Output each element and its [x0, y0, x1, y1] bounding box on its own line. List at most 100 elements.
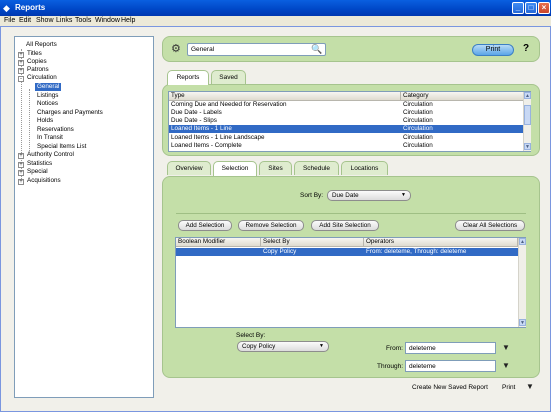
- expand-icon[interactable]: +: [18, 162, 24, 168]
- close-icon[interactable]: ×: [538, 2, 550, 14]
- search-toolbar: ⚙ 🔍 Print ?: [162, 36, 540, 62]
- column-header-select-by[interactable]: Select By: [261, 238, 364, 247]
- menu-window[interactable]: Window: [95, 16, 120, 26]
- scroll-down-icon[interactable]: ▼: [519, 319, 526, 326]
- remove-selection-button[interactable]: Remove Selection: [238, 220, 304, 231]
- minimize-icon[interactable]: _: [512, 2, 524, 14]
- tree-item-copies[interactable]: Copies: [27, 58, 47, 66]
- sort-by-dropdown[interactable]: Due Date ▼: [327, 190, 411, 201]
- maximize-icon[interactable]: □: [525, 2, 537, 14]
- tree-item-statistics[interactable]: Statistics: [27, 160, 52, 168]
- report-tree[interactable]: All Reports + Titles + Copies + Patrons …: [14, 36, 154, 398]
- expand-icon[interactable]: +: [18, 68, 24, 74]
- tree-item-authority-control[interactable]: Authority Control: [27, 151, 74, 159]
- report-type-list[interactable]: Type Category Coming Due and Needed for …: [168, 91, 531, 152]
- report-type: Loaned Items - 1 Line Landscape: [171, 134, 265, 141]
- through-field[interactable]: [405, 360, 496, 372]
- tab-reports[interactable]: Reports: [167, 70, 209, 85]
- list-item[interactable]: Coming Due and Needed for Reservation Ci…: [169, 101, 524, 109]
- report-type: Coming Due and Needed for Reservation: [171, 101, 287, 108]
- table-row-selected[interactable]: Copy Policy From: deleteme, Through: del…: [176, 248, 518, 256]
- report-category: Circulation: [403, 134, 433, 141]
- tab-schedule[interactable]: Schedule: [294, 161, 339, 175]
- tree-item-charges-and-payments[interactable]: Charges and Payments: [37, 109, 103, 117]
- tab-selection[interactable]: Selection: [213, 161, 257, 176]
- table-scrollbar[interactable]: ▲ ▼: [518, 238, 526, 327]
- menu-edit[interactable]: Edit: [19, 16, 31, 26]
- footer-print-button[interactable]: Print: [502, 383, 515, 392]
- expand-icon[interactable]: +: [18, 179, 24, 185]
- report-type: Loaned Items - 1 Line: [171, 125, 232, 132]
- through-label: Through:: [377, 363, 404, 370]
- tree-item-general[interactable]: General: [35, 83, 62, 91]
- menu-links[interactable]: Links: [56, 16, 72, 26]
- tree-item-reservations[interactable]: Reservations: [37, 126, 74, 134]
- scroll-up-icon[interactable]: ▲: [524, 92, 531, 99]
- add-selection-button[interactable]: Add Selection: [178, 220, 232, 231]
- select-by-dropdown[interactable]: Copy Policy ▼: [237, 341, 329, 352]
- clear-all-selections-button[interactable]: Clear All Selections: [455, 220, 525, 231]
- select-by-cell: Copy Policy: [263, 248, 297, 255]
- list-item-selected[interactable]: Loaned Items - 1 Line Circulation: [169, 125, 524, 133]
- tree-item-listings[interactable]: Listings: [37, 92, 58, 100]
- through-options-icon[interactable]: ▼: [502, 361, 510, 370]
- column-header-boolean-modifier[interactable]: Boolean Modifier: [176, 238, 261, 247]
- list-item[interactable]: Due Date - Labels Circulation: [169, 109, 524, 117]
- scroll-thumb[interactable]: [524, 105, 531, 125]
- sort-by-label: Sort By:: [300, 192, 324, 199]
- list-scrollbar[interactable]: ▲ ▼: [523, 92, 531, 151]
- tree-item-acquisitions[interactable]: Acquisitions: [27, 177, 61, 185]
- magnifier-icon[interactable]: 🔍: [311, 43, 322, 55]
- list-item[interactable]: Due Date - Slips Circulation: [169, 117, 524, 125]
- expand-icon[interactable]: +: [18, 170, 24, 176]
- from-field[interactable]: [405, 342, 496, 354]
- report-category: Circulation: [403, 125, 433, 132]
- select-by-value: Copy Policy: [242, 343, 276, 350]
- tree-item-in-transit[interactable]: In Transit: [37, 134, 63, 142]
- tab-overview[interactable]: Overview: [167, 161, 211, 175]
- tree-item-notices[interactable]: Notices: [37, 100, 58, 108]
- menu-file[interactable]: File: [4, 16, 15, 26]
- gear-icon[interactable]: ⚙: [171, 43, 181, 55]
- print-button[interactable]: Print: [472, 44, 514, 56]
- report-category: Circulation: [403, 142, 433, 149]
- report-category: Circulation: [403, 109, 433, 116]
- column-header-category[interactable]: Category: [401, 92, 525, 101]
- tab-sites[interactable]: Sites: [259, 161, 292, 175]
- app-icon: ◆: [3, 3, 10, 13]
- tab-locations[interactable]: Locations: [341, 161, 388, 175]
- list-item[interactable]: Loaned Items - Complete Circulation: [169, 142, 524, 150]
- add-site-selection-button[interactable]: Add Site Selection: [311, 220, 379, 231]
- report-category: Circulation: [403, 117, 433, 124]
- expand-icon[interactable]: +: [18, 153, 24, 159]
- expand-icon[interactable]: +: [18, 52, 24, 58]
- report-category: Circulation: [403, 101, 433, 108]
- column-header-operators[interactable]: Operators: [364, 238, 518, 247]
- list-item[interactable]: Loaned Items - 1 Line Landscape Circulat…: [169, 134, 524, 142]
- menu-show[interactable]: Show: [36, 16, 54, 26]
- window-titlebar: ◆ Reports _ □ ×: [0, 0, 551, 16]
- print-options-icon[interactable]: ▼: [526, 382, 534, 391]
- selection-panel: Sort By: Due Date ▼ Add Selection Remove…: [162, 176, 540, 378]
- tree-item-patrons[interactable]: Patrons: [27, 66, 49, 74]
- tree-item-special-items-list[interactable]: Special Items List: [37, 143, 86, 151]
- tree-item-circulation[interactable]: Circulation: [27, 74, 57, 82]
- menu-help[interactable]: Help: [121, 16, 135, 26]
- scroll-up-icon[interactable]: ▲: [519, 238, 526, 245]
- tree-item-special[interactable]: Special: [27, 168, 48, 176]
- create-new-saved-report-button[interactable]: Create New Saved Report: [412, 383, 488, 392]
- collapse-icon[interactable]: -: [18, 76, 24, 82]
- tree-item-all-reports[interactable]: All Reports: [26, 41, 57, 49]
- tree-item-holds[interactable]: Holds: [37, 117, 53, 125]
- from-options-icon[interactable]: ▼: [502, 343, 510, 352]
- tree-item-titles[interactable]: Titles: [27, 50, 42, 58]
- expand-icon[interactable]: +: [18, 60, 24, 66]
- sort-by-value: Due Date: [332, 192, 359, 199]
- scroll-down-icon[interactable]: ▼: [524, 143, 531, 150]
- tab-saved[interactable]: Saved: [211, 70, 246, 84]
- menu-tools[interactable]: Tools: [75, 16, 91, 26]
- help-icon[interactable]: ?: [520, 43, 532, 55]
- column-header-type[interactable]: Type: [169, 92, 401, 101]
- selection-table[interactable]: Boolean Modifier Select By Operators Cop…: [175, 237, 526, 328]
- search-input[interactable]: [187, 43, 326, 56]
